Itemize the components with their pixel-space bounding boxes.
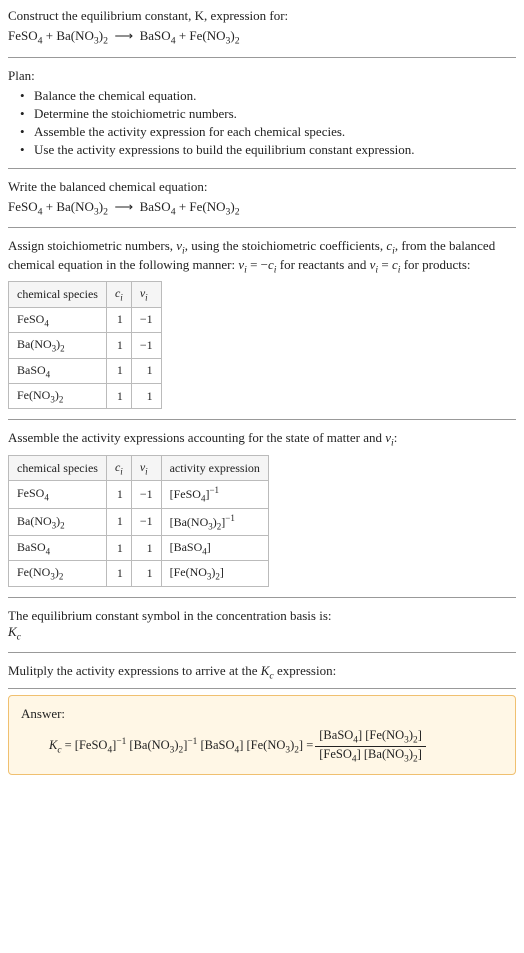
- cell-species: FeSO4: [9, 481, 107, 508]
- cell-ci: 1: [106, 536, 131, 561]
- cell-species: Ba(NO3)2: [9, 508, 107, 535]
- cell-vi: 1: [131, 561, 161, 586]
- col-vi: νi: [131, 455, 161, 480]
- cell-species: Fe(NO3)2: [9, 561, 107, 586]
- divider: [8, 419, 516, 420]
- divider: [8, 652, 516, 653]
- cell-species: Fe(NO3)2: [9, 383, 107, 408]
- stoich-table: chemical species ci νi FeSO4 1 −1 Ba(NO3…: [8, 281, 162, 409]
- activity-table: chemical species ci νi activity expressi…: [8, 455, 269, 587]
- prompt-text: Construct the equilibrium constant, K, e…: [8, 8, 288, 23]
- kc-expression: Kc = [FeSO4]−1 [Ba(NO3)2]−1 [BaSO4] [Fe(…: [49, 728, 503, 764]
- kc-symbol: Kc: [8, 624, 516, 643]
- prompt-line: Construct the equilibrium constant, K, e…: [8, 8, 516, 24]
- cell-ci: 1: [106, 307, 131, 332]
- col-activity: activity expression: [161, 455, 268, 480]
- symbol-line: The equilibrium constant symbol in the c…: [8, 608, 516, 624]
- cell-species: Ba(NO3)2: [9, 333, 107, 358]
- cell-ci: 1: [106, 383, 131, 408]
- plan-item: Use the activity expressions to build th…: [24, 142, 516, 158]
- table-row: BaSO4 1 1 [BaSO4]: [9, 536, 269, 561]
- cell-vi: −1: [131, 307, 161, 332]
- kc-lhs: Kc = [FeSO4]−1 [Ba(NO3)2]−1 [BaSO4] [Fe(…: [49, 737, 313, 756]
- cell-vi: 1: [131, 358, 161, 383]
- table-row: BaSO4 1 1: [9, 358, 162, 383]
- answer-box: Answer: Kc = [FeSO4]−1 [Ba(NO3)2]−1 [BaS…: [8, 695, 516, 775]
- cell-activity: [FeSO4]−1: [161, 481, 268, 508]
- cell-species: BaSO4: [9, 358, 107, 383]
- col-species: chemical species: [9, 282, 107, 307]
- cell-activity: [BaSO4]: [161, 536, 268, 561]
- col-ci: ci: [106, 455, 131, 480]
- cell-species: FeSO4: [9, 307, 107, 332]
- plan-item: Balance the chemical equation.: [24, 88, 516, 104]
- divider: [8, 688, 516, 689]
- cell-ci: 1: [106, 358, 131, 383]
- table-row: FeSO4 1 −1: [9, 307, 162, 332]
- cell-activity: [Ba(NO3)2]−1: [161, 508, 268, 535]
- col-species: chemical species: [9, 455, 107, 480]
- stoich-intro: Assign stoichiometric numbers, νi, using…: [8, 238, 516, 275]
- cell-activity: [Fe(NO3)2]: [161, 561, 268, 586]
- kc-frac-denominator: [FeSO4] [Ba(NO3)2]: [315, 747, 426, 765]
- divider: [8, 168, 516, 169]
- plan-item: Determine the stoichiometric numbers.: [24, 106, 516, 122]
- divider: [8, 597, 516, 598]
- answer-label: Answer:: [21, 706, 503, 722]
- divider: [8, 57, 516, 58]
- activity-intro: Assemble the activity expressions accoun…: [8, 430, 516, 449]
- col-ci: ci: [106, 282, 131, 307]
- col-vi: νi: [131, 282, 161, 307]
- table-row: FeSO4 1 −1 [FeSO4]−1: [9, 481, 269, 508]
- cell-ci: 1: [106, 333, 131, 358]
- plan-item: Assemble the activity expression for eac…: [24, 124, 516, 140]
- cell-vi: 1: [131, 536, 161, 561]
- plan-list: Balance the chemical equation. Determine…: [8, 88, 516, 158]
- table-header-row: chemical species ci νi activity expressi…: [9, 455, 269, 480]
- cell-species: BaSO4: [9, 536, 107, 561]
- cell-ci: 1: [106, 508, 131, 535]
- table-row: Ba(NO3)2 1 −1 [Ba(NO3)2]−1: [9, 508, 269, 535]
- table-row: Fe(NO3)2 1 1 [Fe(NO3)2]: [9, 561, 269, 586]
- kc-fraction: [BaSO4] [Fe(NO3)2] [FeSO4] [Ba(NO3)2]: [315, 728, 426, 764]
- cell-vi: −1: [131, 333, 161, 358]
- balanced-reaction: FeSO4 + Ba(NO3)2 ⟶ BaSO4 + Fe(NO3)2: [8, 199, 516, 218]
- cell-ci: 1: [106, 481, 131, 508]
- plan-heading: Plan:: [8, 68, 516, 84]
- kc-frac-numerator: [BaSO4] [Fe(NO3)2]: [315, 728, 426, 747]
- table-row: Ba(NO3)2 1 −1: [9, 333, 162, 358]
- cell-ci: 1: [106, 561, 131, 586]
- prompt-reaction: FeSO4 + Ba(NO3)2 ⟶ BaSO4 + Fe(NO3)2: [8, 28, 516, 47]
- divider: [8, 227, 516, 228]
- balanced-heading: Write the balanced chemical equation:: [8, 179, 516, 195]
- cell-vi: −1: [131, 508, 161, 535]
- cell-vi: 1: [131, 383, 161, 408]
- table-row: Fe(NO3)2 1 1: [9, 383, 162, 408]
- cell-vi: −1: [131, 481, 161, 508]
- multiply-line: Mulitply the activity expressions to arr…: [8, 663, 516, 682]
- table-header-row: chemical species ci νi: [9, 282, 162, 307]
